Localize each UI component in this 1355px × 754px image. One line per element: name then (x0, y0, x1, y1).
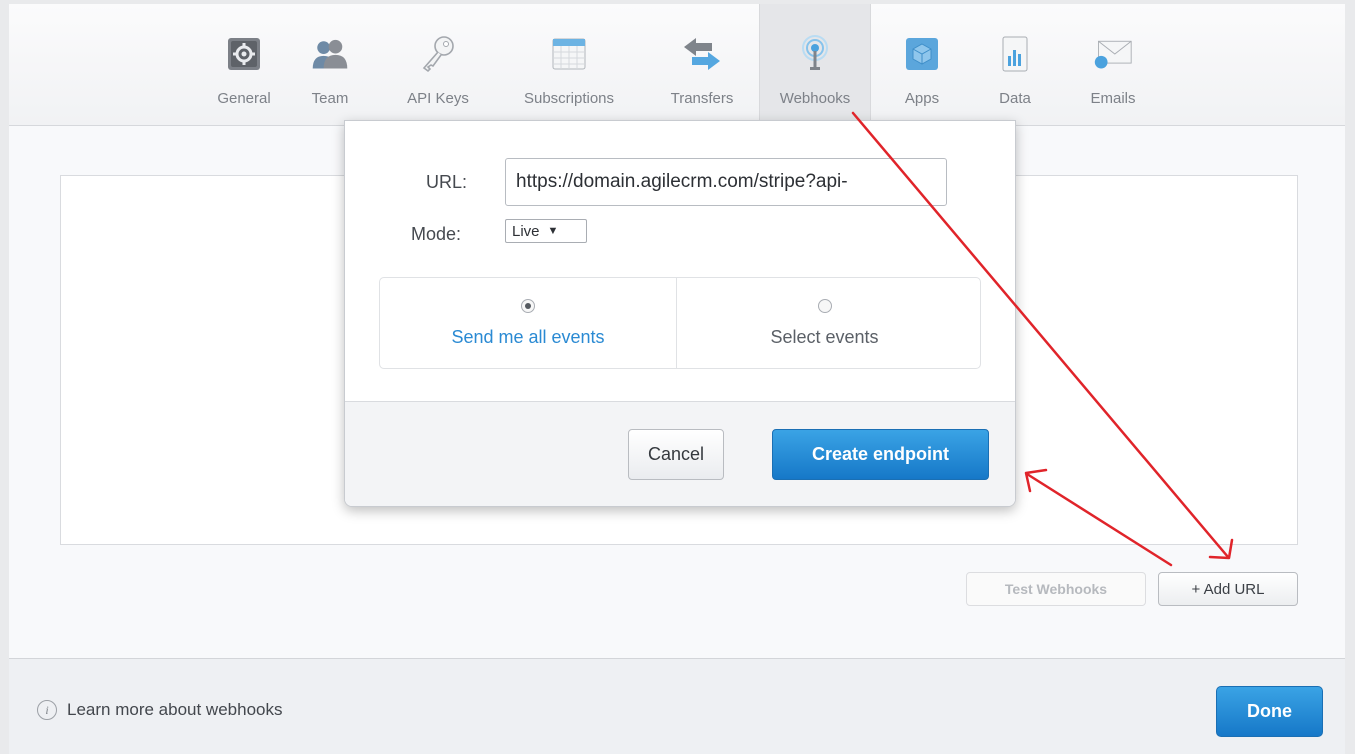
event-option-all[interactable]: Send me all events (380, 278, 676, 368)
add-url-button[interactable]: + Add URL (1158, 572, 1298, 606)
mode-select-value: Live (512, 222, 540, 240)
tab-apps-label: Apps (904, 90, 940, 107)
event-options: Send me all events Select events (379, 277, 981, 369)
transfer-arrows-icon (682, 34, 722, 74)
webhook-antenna-icon (795, 34, 835, 74)
tab-transfers-label: Transfers (670, 90, 734, 107)
radio-send-all-events[interactable] (521, 299, 535, 313)
event-option-all-label: Send me all events (451, 327, 605, 347)
tab-general-label: General (217, 90, 271, 107)
tab-api-keys[interactable]: API Keys (391, 4, 485, 124)
info-icon: i (37, 700, 57, 720)
settings-tab-bar: General Team API Keys Subscriptions Tran… (9, 4, 1345, 126)
tab-webhooks[interactable]: Webhooks (759, 4, 871, 124)
tab-emails-label: Emails (1090, 90, 1136, 107)
tab-subscriptions-label: Subscriptions (523, 90, 615, 107)
data-chart-icon (995, 34, 1035, 74)
done-button[interactable]: Done (1216, 686, 1323, 737)
radio-select-events[interactable] (817, 299, 832, 313)
team-icon (310, 34, 350, 74)
tab-apps[interactable]: Apps (887, 4, 957, 124)
tab-api-keys-label: API Keys (407, 90, 469, 107)
dialog-footer: i Learn more about webhooks Done (9, 658, 1345, 754)
mode-select[interactable]: Live ▼ (505, 219, 587, 243)
email-envelope-icon (1093, 34, 1133, 74)
event-option-select-label: Select events (770, 327, 879, 347)
calendar-icon (549, 34, 589, 74)
tab-general[interactable]: General (199, 4, 289, 124)
apps-cube-icon (902, 34, 942, 74)
cancel-button[interactable]: Cancel (628, 429, 724, 480)
tab-subscriptions[interactable]: Subscriptions (501, 4, 637, 124)
add-endpoint-popover: URL: https://domain.agilecrm.com/stripe?… (344, 120, 1016, 507)
test-webhooks-button[interactable]: Test Webhooks (966, 572, 1146, 606)
tab-transfers[interactable]: Transfers (654, 4, 750, 124)
key-icon (418, 34, 458, 74)
event-option-select[interactable]: Select events (676, 278, 972, 368)
url-input[interactable]: https://domain.agilecrm.com/stripe?api- (505, 158, 947, 206)
tab-emails[interactable]: Emails (1075, 4, 1151, 124)
mode-label: Mode: (411, 224, 462, 244)
popover-footer: Cancel Create endpoint (345, 401, 1015, 506)
gear-icon (224, 34, 264, 74)
tab-webhooks-label: Webhooks (779, 90, 851, 107)
learn-more-link[interactable]: Learn more about webhooks (67, 700, 282, 720)
tab-team-label: Team (311, 90, 349, 107)
tab-data[interactable]: Data (985, 4, 1045, 124)
url-label: URL: (426, 172, 468, 192)
tab-data-label: Data (999, 90, 1031, 107)
dropdown-arrow-icon: ▼ (547, 225, 559, 237)
url-input-value: https://domain.agilecrm.com/stripe?api- (516, 171, 848, 192)
create-endpoint-button[interactable]: Create endpoint (772, 429, 989, 480)
tab-team[interactable]: Team (299, 4, 361, 124)
